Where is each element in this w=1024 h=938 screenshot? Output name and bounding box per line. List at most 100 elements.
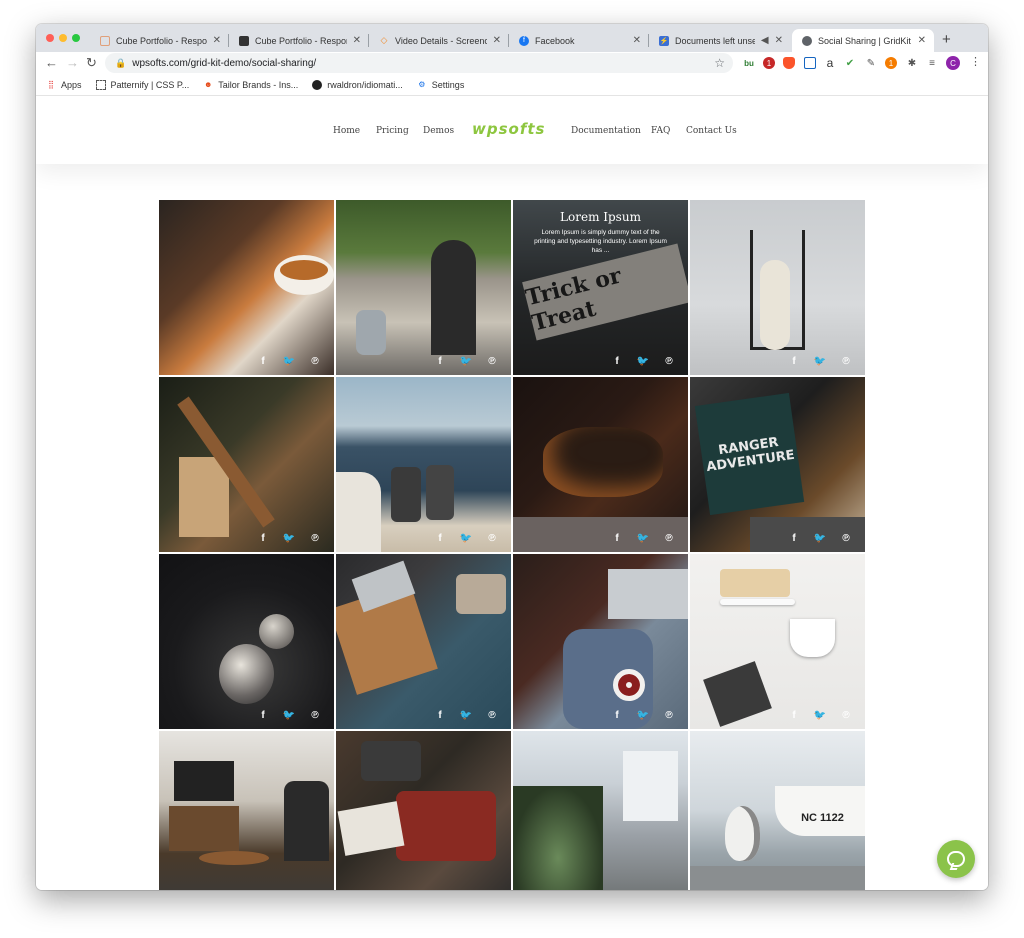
close-tab-icon[interactable]: ✕ xyxy=(213,35,221,46)
browser-tab[interactable]: ⚡ Documents left unsecured ◀ ✕ xyxy=(649,29,791,52)
grid-item-coffee-cake[interactable]: f 🐦 ℗ xyxy=(690,554,865,729)
grid-item-ranger-pillow[interactable]: RANGER ADVENTURE f 🐦 ℗ xyxy=(690,377,865,552)
grid-item-laptop-table[interactable]: f 🐦 ℗ xyxy=(336,554,511,729)
twitter-share-icon[interactable]: 🐦 xyxy=(453,533,479,544)
extension-icon[interactable]: ✔ xyxy=(844,57,856,69)
twitter-share-icon[interactable]: 🐦 xyxy=(807,533,833,544)
shield-icon[interactable] xyxy=(783,57,795,69)
grid-item-coffee-cup[interactable]: f 🐦 ℗ xyxy=(159,200,334,375)
minimize-window-button[interactable] xyxy=(59,34,67,42)
close-tab-icon[interactable]: ✕ xyxy=(775,35,783,46)
twitter-share-icon[interactable]: 🐦 xyxy=(276,533,302,544)
bookmark-patternify[interactable]: Patternify | CSS P... xyxy=(95,79,189,90)
pinterest-share-icon[interactable]: ℗ xyxy=(656,533,682,544)
twitter-share-icon[interactable]: 🐦 xyxy=(276,356,302,367)
grid-item-silver-ornament[interactable]: f 🐦 ℗ xyxy=(159,554,334,729)
nav-demos[interactable]: Demos xyxy=(423,126,454,136)
close-tab-icon[interactable]: ✕ xyxy=(353,35,361,46)
facebook-share-icon[interactable]: f xyxy=(250,710,276,721)
facebook-share-icon[interactable]: f xyxy=(781,533,807,544)
eyedropper-icon[interactable]: ✎ xyxy=(865,57,877,69)
chat-launcher-button[interactable] xyxy=(937,840,975,878)
pinterest-share-icon[interactable]: ℗ xyxy=(479,356,505,367)
close-tab-icon[interactable]: ✕ xyxy=(633,35,641,46)
amazon-icon[interactable]: a xyxy=(824,56,836,70)
twitter-share-icon[interactable]: 🐦 xyxy=(807,710,833,721)
twitter-share-icon[interactable]: 🐦 xyxy=(453,710,479,721)
browser-tab-active[interactable]: Social Sharing | GridKit by ✕ xyxy=(792,29,934,52)
nav-pricing[interactable]: Pricing xyxy=(376,126,409,136)
twitter-share-icon[interactable]: 🐦 xyxy=(630,356,656,367)
browser-tab[interactable]: f Facebook ✕ xyxy=(509,29,649,52)
pinterest-share-icon[interactable]: ℗ xyxy=(479,710,505,721)
twitter-share-icon[interactable]: 🐦 xyxy=(807,356,833,367)
grid-item-trick-or-treat[interactable]: Trick or Treat Lorem Ipsum Lorem Ipsum i… xyxy=(513,200,688,375)
close-tab-icon[interactable]: ✕ xyxy=(493,35,501,46)
bookmark-apps[interactable]: ⣿ Apps xyxy=(46,80,81,90)
reload-button[interactable]: ↻ xyxy=(86,55,97,71)
bookmark-star-icon[interactable]: ☆ xyxy=(714,56,725,70)
facebook-share-icon[interactable]: f xyxy=(427,710,453,721)
extension-icon[interactable]: 1 xyxy=(763,57,775,69)
menu-icon[interactable]: ⋮ xyxy=(970,55,981,68)
grid-item-sleeping-dog[interactable]: f 🐦 ℗ xyxy=(513,377,688,552)
nav-documentation[interactable]: Documentation xyxy=(571,126,641,136)
facebook-share-icon[interactable]: f xyxy=(427,533,453,544)
twitter-share-icon[interactable]: 🐦 xyxy=(630,710,656,721)
facebook-share-icon[interactable]: f xyxy=(781,356,807,367)
grid-item-seagull-boat[interactable]: NC 1122 xyxy=(690,731,865,890)
facebook-share-icon[interactable]: f xyxy=(781,710,807,721)
grid-item-bunny-doll[interactable]: f 🐦 ℗ xyxy=(690,200,865,375)
browser-tab[interactable]: ◇ Video Details - Screencastify ✕ xyxy=(369,29,509,52)
pinterest-share-icon[interactable]: ℗ xyxy=(656,710,682,721)
back-button[interactable]: ← xyxy=(45,55,58,70)
nav-home[interactable]: Home xyxy=(333,126,360,136)
twitter-share-icon[interactable]: 🐦 xyxy=(276,710,302,721)
facebook-share-icon[interactable]: f xyxy=(604,710,630,721)
extension-icon[interactable]: bu xyxy=(743,57,755,69)
facebook-share-icon[interactable]: f xyxy=(250,533,276,544)
grid-item-camera-suitcase[interactable] xyxy=(336,731,511,890)
bookmark-tailor-brands[interactable]: ☻ Tailor Brands - Ins... xyxy=(203,80,298,90)
reading-list-icon[interactable]: ≡ xyxy=(926,57,938,69)
twitter-share-icon[interactable]: 🐦 xyxy=(453,356,479,367)
pinterest-share-icon[interactable]: ℗ xyxy=(302,356,328,367)
extension-icon[interactable]: 1 xyxy=(885,57,897,69)
forward-button[interactable]: → xyxy=(66,55,79,70)
grid-item-living-room[interactable] xyxy=(159,731,334,890)
site-logo[interactable]: wpsofts xyxy=(472,120,545,138)
facebook-share-icon[interactable]: f xyxy=(427,356,453,367)
pinterest-share-icon[interactable]: ℗ xyxy=(833,710,859,721)
pinterest-share-icon[interactable]: ℗ xyxy=(302,533,328,544)
pinterest-share-icon[interactable]: ℗ xyxy=(833,356,859,367)
grid-item-jeans-laptop[interactable]: f 🐦 ℗ xyxy=(513,554,688,729)
facebook-share-icon[interactable]: f xyxy=(604,533,630,544)
close-window-button[interactable] xyxy=(46,34,54,42)
zoom-window-button[interactable] xyxy=(72,34,80,42)
nav-faq[interactable]: FAQ xyxy=(651,126,670,136)
puzzle-icon[interactable]: ✱ xyxy=(906,57,918,69)
address-bar[interactable]: 🔒 wpsofts.com/grid-kit-demo/social-shari… xyxy=(105,53,733,73)
close-tab-icon[interactable]: ✕ xyxy=(918,35,926,46)
browser-tab[interactable]: Cube Portfolio - Responsive ✕ xyxy=(90,29,229,52)
grid-item-boats-harbor[interactable]: f 🐦 ℗ xyxy=(336,377,511,552)
grid-item-street-plant[interactable] xyxy=(513,731,688,890)
facebook-share-icon[interactable]: f xyxy=(250,356,276,367)
pinterest-share-icon[interactable]: ℗ xyxy=(833,533,859,544)
browser-tab[interactable]: Cube Portfolio - Responsive ✕ xyxy=(229,29,369,52)
nav-contact-us[interactable]: Contact Us xyxy=(686,126,737,136)
share-bar: f 🐦 ℗ xyxy=(427,710,505,721)
speaker-icon[interactable]: ◀ xyxy=(761,35,769,46)
pinterest-share-icon[interactable]: ℗ xyxy=(479,533,505,544)
profile-avatar[interactable]: C xyxy=(946,56,960,70)
pinterest-share-icon[interactable]: ℗ xyxy=(302,710,328,721)
twitter-share-icon[interactable]: 🐦 xyxy=(630,533,656,544)
pinterest-share-icon[interactable]: ℗ xyxy=(656,356,682,367)
grid-item-scooter-door[interactable]: f 🐦 ℗ xyxy=(336,200,511,375)
bookmark-settings[interactable]: ⚙ Settings xyxy=(417,80,464,90)
facebook-share-icon[interactable]: f xyxy=(604,356,630,367)
bookmark-github[interactable]: rwaldron/idiomati... xyxy=(312,79,403,90)
new-tab-button[interactable]: + xyxy=(942,31,951,48)
extension-icon[interactable] xyxy=(804,57,816,69)
grid-item-axe-wood[interactable]: f 🐦 ℗ xyxy=(159,377,334,552)
